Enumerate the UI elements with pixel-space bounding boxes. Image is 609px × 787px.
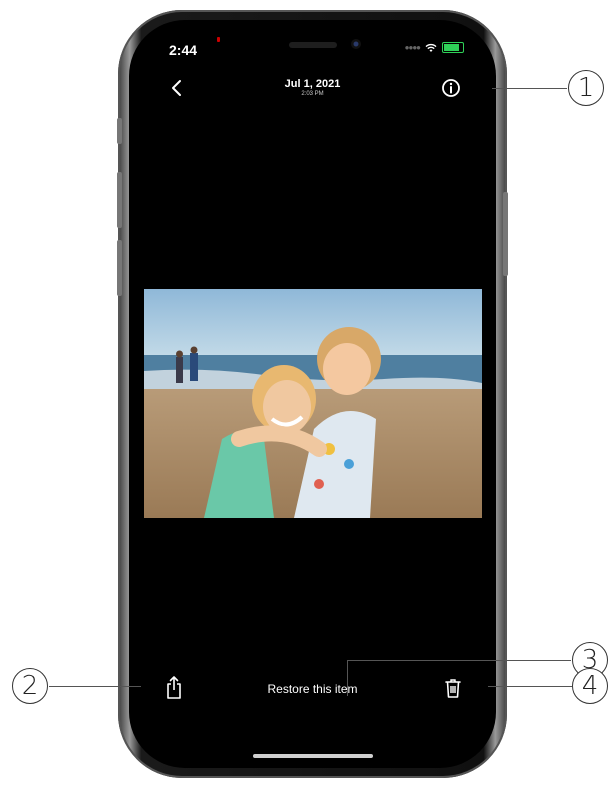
- home-indicator[interactable]: [253, 754, 373, 758]
- volume-up-button: [117, 172, 122, 228]
- photo-preview[interactable]: [144, 289, 482, 518]
- callout-3-vline: [347, 660, 348, 696]
- callout-3-line: [347, 660, 571, 661]
- callout-4: 4: [572, 668, 608, 704]
- recording-indicator: [217, 37, 220, 42]
- speaker-grille: [289, 42, 337, 48]
- callout-1-line: [492, 88, 567, 89]
- bottom-toolbar: Restore this item: [129, 674, 496, 704]
- wifi-icon: [425, 43, 437, 52]
- callout-2-line: [49, 686, 141, 687]
- callout-2: 2: [12, 668, 48, 704]
- front-camera: [351, 39, 361, 49]
- info-icon[interactable]: [441, 78, 461, 98]
- callout-4-line: [488, 686, 572, 687]
- beach-photo: [144, 289, 482, 518]
- phone-screen: 2:44 ●●●● Jul 1, 2021 2:03 PM Restore th…: [129, 20, 496, 768]
- volume-down-button: [117, 240, 122, 296]
- callout-1: 1: [568, 70, 604, 106]
- battery-icon: [442, 42, 464, 53]
- restore-item-button[interactable]: Restore this item: [129, 682, 496, 696]
- status-icons: ●●●●: [405, 42, 464, 53]
- status-time: 2:44: [169, 42, 198, 58]
- trash-icon[interactable]: [443, 676, 463, 700]
- signal-icon: ●●●●: [404, 43, 421, 52]
- silent-switch: [117, 118, 122, 144]
- power-button: [503, 192, 508, 276]
